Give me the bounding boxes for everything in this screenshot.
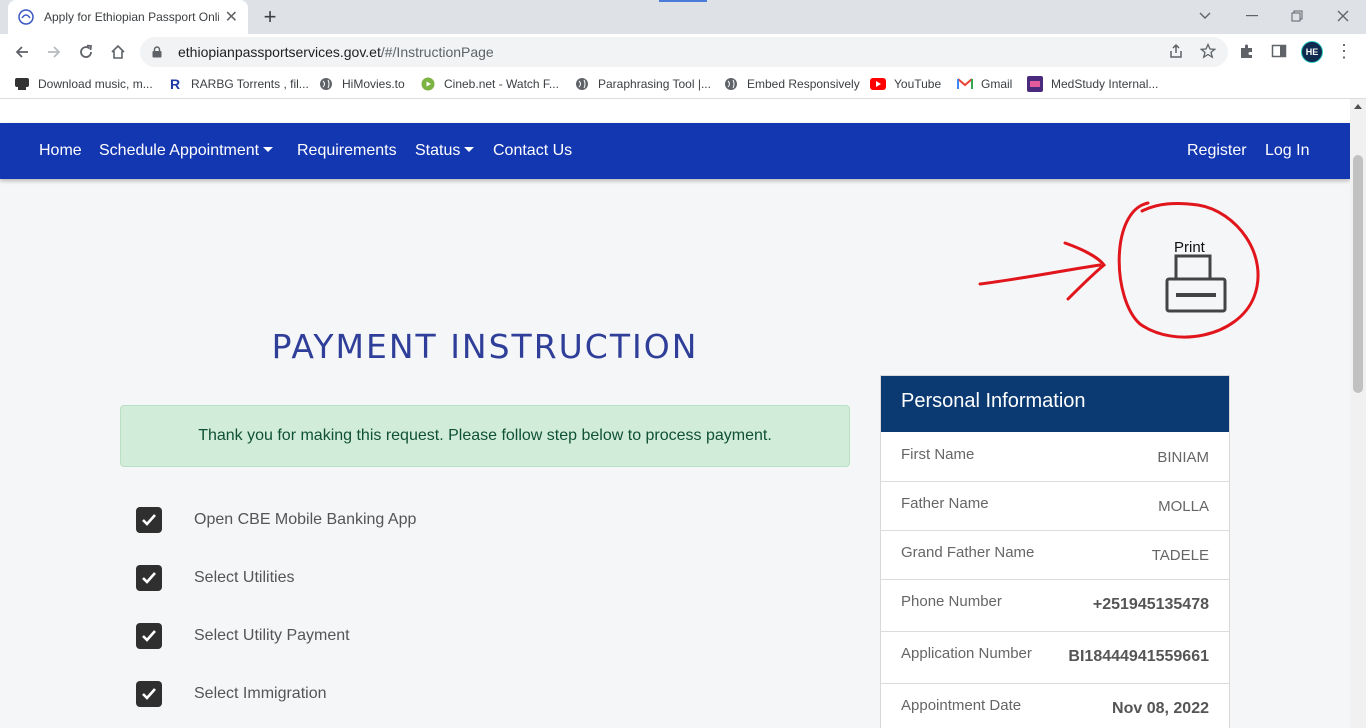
bookmarks-bar: Download music, m... R RARBG Torrents , … — [0, 70, 1366, 99]
globe-icon — [723, 76, 739, 92]
extensions-puzzle-icon[interactable] — [1236, 40, 1258, 62]
printer-icon — [1165, 254, 1227, 313]
share-icon[interactable] — [1165, 40, 1187, 62]
side-panel-icon[interactable] — [1268, 40, 1290, 62]
info-row: Appointment Date Nov 08, 2022 — [881, 684, 1229, 728]
profile-avatar[interactable]: HE — [1301, 41, 1323, 63]
personal-information-card: Personal Information First Name BINIAM F… — [880, 375, 1230, 728]
bookmark-item[interactable]: R RARBG Torrents , fil... — [167, 74, 309, 94]
back-arrow-icon[interactable] — [10, 40, 34, 64]
info-row: Father Name MOLLA — [881, 482, 1229, 531]
address-bar[interactable]: ethiopianpassportservices.gov.et/#/Instr… — [140, 37, 1228, 67]
info-value: BI18444941559661 — [1068, 648, 1209, 665]
globe-icon — [574, 76, 590, 92]
page-title: PAYMENT INSTRUCTION — [271, 327, 699, 366]
info-row: First Name BINIAM — [881, 432, 1229, 482]
info-label: First Name — [901, 446, 975, 463]
info-row: Application Number BI18444941559661 — [881, 632, 1229, 684]
gmail-icon — [957, 76, 973, 92]
download-icon — [14, 76, 30, 92]
bookmark-label: Cineb.net - Watch F... — [444, 77, 559, 91]
info-value: Nov 08, 2022 — [1112, 700, 1209, 717]
minimize-icon[interactable] — [1237, 4, 1267, 28]
info-row: Grand Father Name TADELE — [881, 531, 1229, 580]
bookmark-item[interactable]: Download music, m... — [14, 74, 153, 94]
info-value: MOLLA — [1158, 498, 1209, 515]
home-icon[interactable] — [106, 40, 130, 64]
browser-toolbar: ethiopianpassportservices.gov.et/#/Instr… — [0, 34, 1366, 70]
checkbox-checked[interactable] — [136, 623, 162, 649]
tab-close-icon[interactable]: ✕ — [225, 7, 238, 27]
info-label: Father Name — [901, 495, 989, 512]
restore-icon[interactable] — [1282, 4, 1312, 28]
info-value: TADELE — [1151, 547, 1209, 564]
step-label: Open CBE Mobile Banking App — [194, 511, 417, 528]
tab-search-chevron-icon[interactable] — [1190, 4, 1220, 28]
scroll-up-arrow-icon[interactable] — [1354, 104, 1362, 109]
bookmark-label: RARBG Torrents , fil... — [191, 77, 309, 91]
step-label: Select Utilities — [194, 569, 295, 586]
reload-icon[interactable] — [74, 40, 98, 64]
bookmark-label: Gmail — [981, 77, 1013, 91]
bookmark-label: Download music, m... — [38, 77, 153, 91]
url-host: ethiopianpassportservices.gov.et — [178, 44, 381, 60]
tab-title: Apply for Ethiopian Passport Onli — [44, 10, 219, 24]
checkmark-icon — [142, 572, 156, 584]
bookmark-label: MedStudy Internal... — [1051, 77, 1159, 91]
step-item: Select Immigration — [136, 681, 327, 707]
step-item: Select Utilities — [136, 565, 294, 591]
forward-arrow-icon[interactable] — [42, 40, 66, 64]
rarbg-icon: R — [169, 76, 181, 92]
youtube-icon — [870, 76, 886, 92]
bookmark-label: Paraphrasing Tool |... — [598, 77, 711, 91]
page-content: Home Schedule Appointment Requirements S… — [0, 99, 1350, 728]
bookmark-item[interactable]: Paraphrasing Tool |... — [574, 74, 711, 94]
bookmark-item[interactable]: MedStudy Internal... — [1027, 74, 1158, 94]
checkbox-checked[interactable] — [136, 681, 162, 707]
checkbox-checked[interactable] — [136, 507, 162, 533]
tab-search-indicator — [659, 0, 707, 2]
bookmark-item[interactable]: HiMovies.to — [318, 74, 405, 94]
checkmark-icon — [142, 630, 156, 642]
bookmark-item[interactable]: Gmail — [957, 74, 1012, 94]
site-favicon-icon — [18, 9, 34, 25]
bookmark-label: YouTube — [894, 77, 942, 91]
page-scrollbar[interactable] — [1350, 99, 1366, 728]
info-label: Phone Number — [901, 593, 1002, 610]
info-value: BINIAM — [1157, 449, 1209, 466]
browser-tab-strip: Apply for Ethiopian Passport Onli ✕ + — [0, 0, 1366, 34]
card-title: Personal Information — [881, 376, 1229, 432]
cineb-icon — [420, 76, 436, 92]
bookmark-star-icon[interactable] — [1197, 40, 1219, 62]
checkmark-icon — [142, 514, 156, 526]
success-alert: Thank you for making this request. Pleas… — [120, 405, 850, 467]
step-item: Select Utility Payment — [136, 623, 350, 649]
browser-tab[interactable]: Apply for Ethiopian Passport Onli ✕ — [8, 0, 248, 34]
globe-icon — [318, 76, 334, 92]
bookmark-item[interactable]: YouTube — [870, 74, 941, 94]
lock-icon[interactable] — [152, 45, 166, 59]
step-label: Select Immigration — [194, 685, 327, 702]
step-label: Select Utility Payment — [194, 627, 350, 644]
checkmark-icon — [142, 688, 156, 700]
info-label: Application Number — [901, 645, 1032, 662]
close-window-icon[interactable] — [1328, 4, 1358, 28]
info-label: Grand Father Name — [901, 544, 1035, 561]
info-row: Phone Number +251945135478 — [881, 580, 1229, 632]
scrollbar-thumb[interactable] — [1353, 155, 1363, 393]
info-label: Appointment Date — [901, 697, 1022, 714]
bookmark-label: HiMovies.to — [342, 77, 405, 91]
medstudy-icon — [1027, 76, 1043, 92]
step-item: Open CBE Mobile Banking App — [136, 507, 416, 533]
bookmark-item[interactable]: Embed Responsively — [723, 74, 860, 94]
bookmark-label: Embed Responsively — [747, 77, 860, 91]
browser-menu-icon[interactable]: ⋮ — [1334, 40, 1354, 62]
new-tab-button[interactable]: + — [258, 5, 282, 29]
url-path: /#/InstructionPage — [380, 44, 494, 60]
info-value: +251945135478 — [1092, 596, 1209, 613]
checkbox-checked[interactable] — [136, 565, 162, 591]
print-button[interactable]: Print — [1160, 239, 1232, 319]
bookmark-item[interactable]: Cineb.net - Watch F... — [420, 74, 559, 94]
